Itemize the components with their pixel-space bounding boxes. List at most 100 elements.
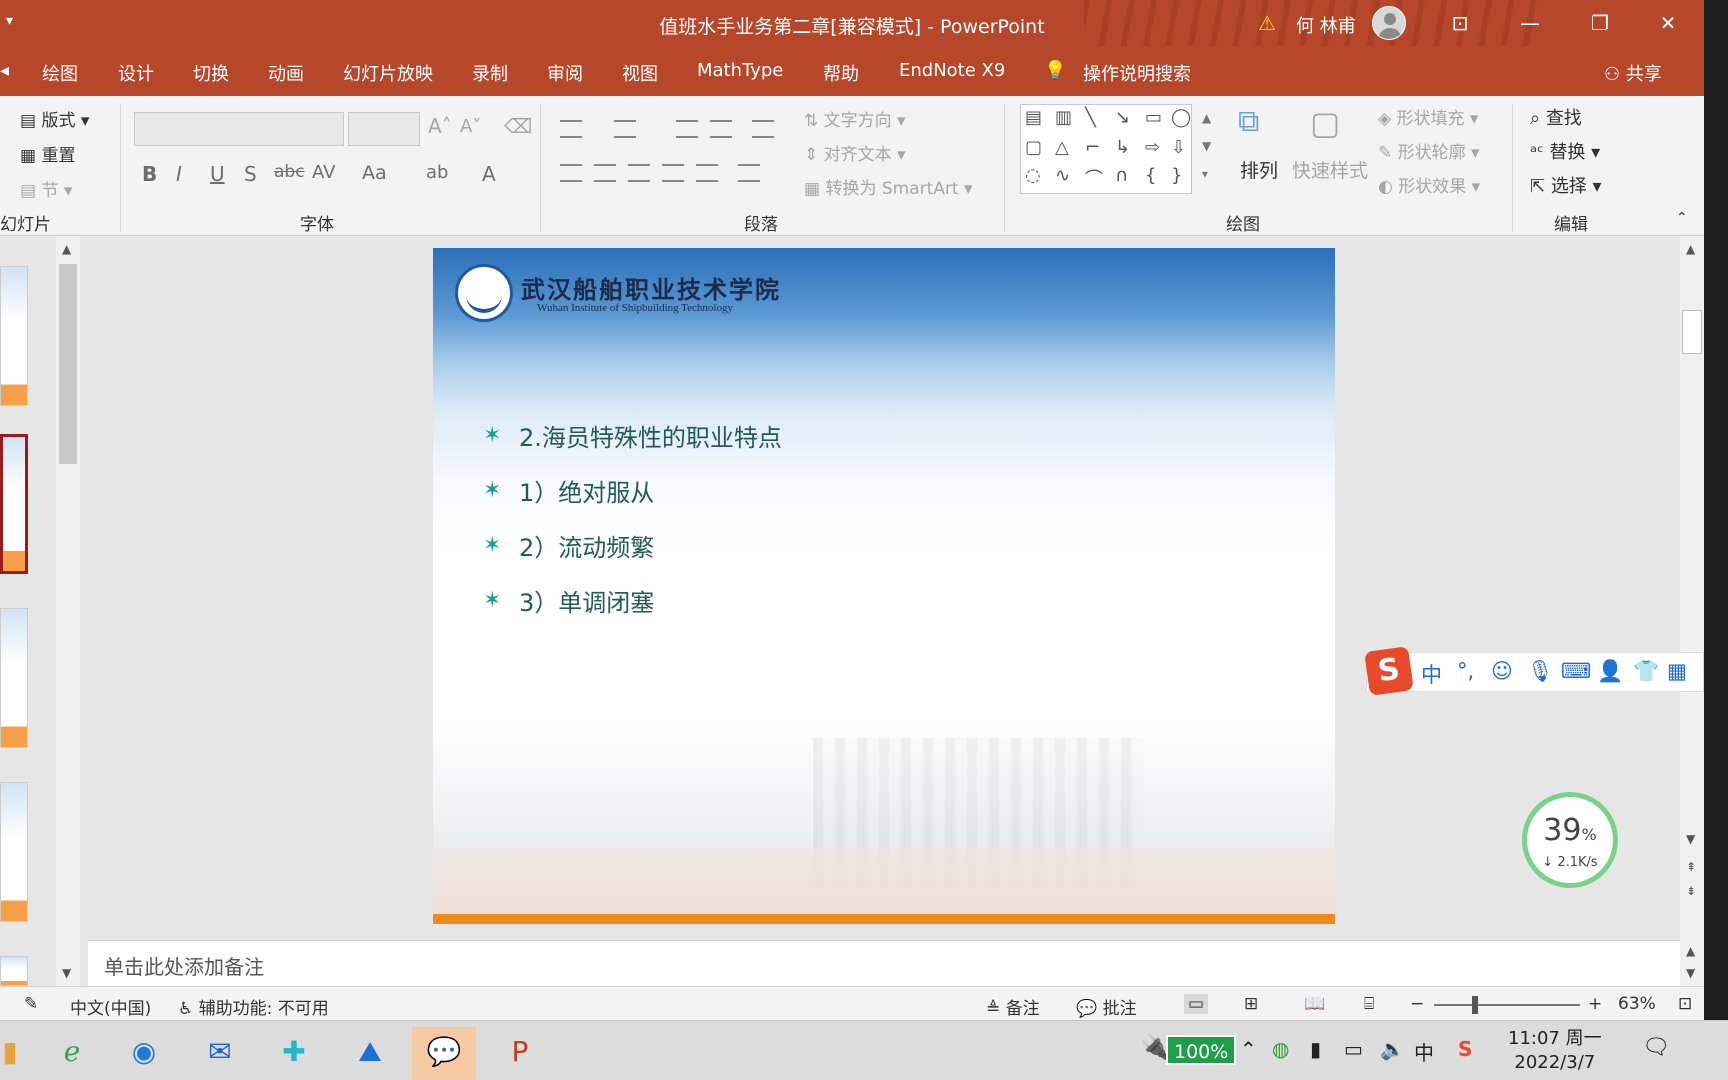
tab-record[interactable]: 录制 <box>472 60 508 86</box>
notes-pane[interactable]: 单击此处添加备注 <box>88 940 1680 986</box>
justify-icon[interactable] <box>662 164 684 182</box>
tab-transitions[interactable]: 切换 <box>193 60 229 86</box>
align-text-button[interactable]: ⇕ 对齐文本 ▾ <box>804 140 906 165</box>
slide-thumbnail[interactable] <box>0 782 28 922</box>
ime-tray-indicator[interactable]: 中 <box>1414 1037 1434 1066</box>
select-button[interactable]: ⇱ 选择 ▾ <box>1530 172 1602 198</box>
next-slide-icon[interactable]: ⇟ <box>1686 884 1696 898</box>
tray-overflow-icon[interactable]: ⌃ <box>1240 1037 1257 1061</box>
tab-draw[interactable]: 绘图 <box>42 60 78 86</box>
spellcheck-icon[interactable]: ✎ <box>24 994 38 1014</box>
slide-thumbnail[interactable] <box>0 266 28 406</box>
ime-punctuation-toggle[interactable]: °, <box>1457 659 1474 683</box>
tab-review[interactable]: 审阅 <box>547 60 583 86</box>
tab-slideshow[interactable]: 幻灯片放映 <box>343 60 433 86</box>
slide-thumbnail[interactable] <box>0 956 28 986</box>
skin-shirt-icon[interactable]: 👕 <box>1633 659 1659 684</box>
ime-toolbar[interactable]: S 中 °, ☺ 🎙 ⌨ 👤 👕 ▦ <box>1364 646 1704 696</box>
scroll-up-icon[interactable]: ▲ <box>1686 242 1695 256</box>
vertical-textbox-shape-icon[interactable]: ▥ <box>1055 107 1072 128</box>
slide-canvas[interactable]: 武汉船舶职业技术学院 Wuhan Institute of Shipbuildi… <box>433 248 1335 924</box>
scrollbar-thumb[interactable] <box>59 264 77 464</box>
tab-view[interactable]: 视图 <box>622 60 658 86</box>
find-button[interactable]: ⌕ 查找 <box>1530 104 1582 130</box>
tab-animations[interactable]: 动画 <box>268 60 304 86</box>
notes-scroll-up-icon[interactable]: ▲ <box>1686 944 1695 958</box>
shapes-gallery[interactable]: ▤ ▥ ╲ ↘ ▭ ◯ ▢ △ ⌐ ↳ ⇨ ⇩ ◌ ∿ ⌒ ∩ { } <box>1020 104 1192 194</box>
close-button[interactable]: ✕ <box>1648 6 1688 40</box>
scroll-down-icon[interactable]: ▼ <box>1686 832 1695 846</box>
system-clock[interactable]: 11:07 周一 2022/3/7 <box>1508 1027 1602 1075</box>
file-explorer-icon[interactable]: ▮ <box>0 1027 20 1080</box>
increase-indent-icon[interactable] <box>710 120 732 138</box>
shape-outline-button[interactable]: ✎ 形状轮廓 ▾ <box>1378 138 1480 163</box>
arc-shape-icon[interactable]: ⌒ <box>1085 165 1103 191</box>
toolbox-grid-icon[interactable]: ▦ <box>1667 659 1687 683</box>
font-name-box[interactable] <box>134 112 344 146</box>
grow-font-icon[interactable]: A˄ <box>428 114 452 138</box>
strikethrough-icon[interactable]: abc <box>274 162 305 182</box>
oval-shape-icon[interactable]: ◯ <box>1171 107 1191 128</box>
align-right-icon[interactable] <box>628 164 650 182</box>
ie-browser-icon[interactable]: ℯ <box>40 1027 104 1080</box>
fit-to-window-icon[interactable]: ⊡ <box>1678 994 1692 1014</box>
ime-mode-toggle[interactable]: 中 <box>1421 659 1442 689</box>
layout-button[interactable]: ▤ 版式 ▾ <box>20 106 89 131</box>
minimize-button[interactable]: — <box>1510 6 1550 40</box>
replace-button[interactable]: ᵃᶜ 替换 ▾ <box>1530 138 1600 164</box>
zoom-slider[interactable] <box>1434 1004 1580 1006</box>
font-color-icon[interactable]: A <box>482 162 496 186</box>
microphone-tray-icon[interactable]: ▮ <box>1310 1037 1321 1061</box>
elbow-arrow-shape-icon[interactable]: ↳ <box>1115 137 1130 158</box>
lightbulb-icon[interactable]: 💡 <box>1044 60 1066 81</box>
columns-icon[interactable] <box>738 164 760 182</box>
volume-icon[interactable]: 🔈 <box>1380 1037 1405 1061</box>
underline-icon[interactable]: U <box>210 162 225 186</box>
sogou-logo-icon[interactable]: S <box>1364 646 1414 696</box>
quick-styles-button[interactable]: 快速样式 <box>1292 156 1368 183</box>
tab-mathtype[interactable]: MathType <box>697 60 783 81</box>
arrange-icon[interactable]: ⧉ <box>1238 104 1259 139</box>
tell-me-search[interactable]: 操作说明搜索 <box>1083 60 1191 86</box>
quick-styles-icon[interactable]: ▢ <box>1310 104 1340 142</box>
share-button[interactable]: ⚇ 共享 <box>1604 60 1662 86</box>
right-brace-shape-icon[interactable]: } <box>1171 165 1182 186</box>
reading-view-icon[interactable]: 📖 <box>1304 994 1325 1014</box>
tab-endnote[interactable]: EndNote X9 <box>899 60 1005 81</box>
accessibility-status[interactable]: ♿ 辅助功能: 不可用 <box>178 994 329 1019</box>
highlight-icon[interactable]: ab <box>426 162 448 183</box>
slide-sorter-icon[interactable]: ⊞ <box>1244 994 1258 1014</box>
textbox-shape-icon[interactable]: ▤ <box>1025 107 1042 128</box>
bullet-item[interactable]: ✶ 1）绝对服从 <box>483 463 782 518</box>
battery-indicator[interactable]: 100% <box>1166 1035 1237 1065</box>
bullet-item[interactable]: ✶ 2）流动频繁 <box>483 518 782 573</box>
avatar[interactable] <box>1372 6 1406 40</box>
battery-tray-icon[interactable]: ▭ <box>1344 1037 1363 1061</box>
align-center-icon[interactable] <box>594 164 616 182</box>
rectangle-shape-icon[interactable]: ▭ <box>1145 107 1162 128</box>
ribbon-display-options-icon[interactable]: ⊡ <box>1440 6 1480 40</box>
text-direction-button[interactable]: ⇅ 文字方向 ▾ <box>804 106 906 131</box>
warning-icon[interactable]: ⚠ <box>1258 11 1276 35</box>
slide-thumbnail[interactable] <box>0 608 28 748</box>
security-tray-icon[interactable]: ◍ <box>1272 1037 1289 1061</box>
slideshow-icon[interactable]: ⌸ <box>1364 994 1374 1014</box>
comments-button[interactable]: 💬 批注 <box>1076 994 1137 1019</box>
sogou-tray-icon[interactable]: S <box>1458 1037 1472 1061</box>
scribble-shape-icon[interactable]: ∿ <box>1055 165 1070 186</box>
left-brace-shape-icon[interactable]: { <box>1145 165 1156 186</box>
shape-fill-button[interactable]: ◈ 形状填充 ▾ <box>1378 104 1478 129</box>
scroll-up-icon[interactable]: ▲ <box>62 242 71 256</box>
keyboard-icon[interactable]: ⌨ <box>1561 659 1591 683</box>
language-indicator[interactable]: 中文(中国) <box>70 994 151 1019</box>
zoom-slider-thumb[interactable] <box>1472 996 1478 1014</box>
meeting-app-icon[interactable]: ⛰ <box>338 1027 402 1080</box>
zoom-in-button[interactable]: + <box>1588 994 1602 1014</box>
account-name[interactable]: 何 林甫 <box>1296 12 1356 38</box>
bullet-item[interactable]: ✶ 2.海员特殊性的职业特点 <box>483 408 782 463</box>
distributed-icon[interactable] <box>696 164 718 182</box>
slide-thumbnail-selected[interactable] <box>0 434 28 574</box>
section-button[interactable]: ▤ 节 ▾ <box>20 176 72 201</box>
arrow-line-shape-icon[interactable]: ↘ <box>1115 107 1130 128</box>
collapse-ribbon-icon[interactable]: ⌃ <box>1676 210 1688 226</box>
